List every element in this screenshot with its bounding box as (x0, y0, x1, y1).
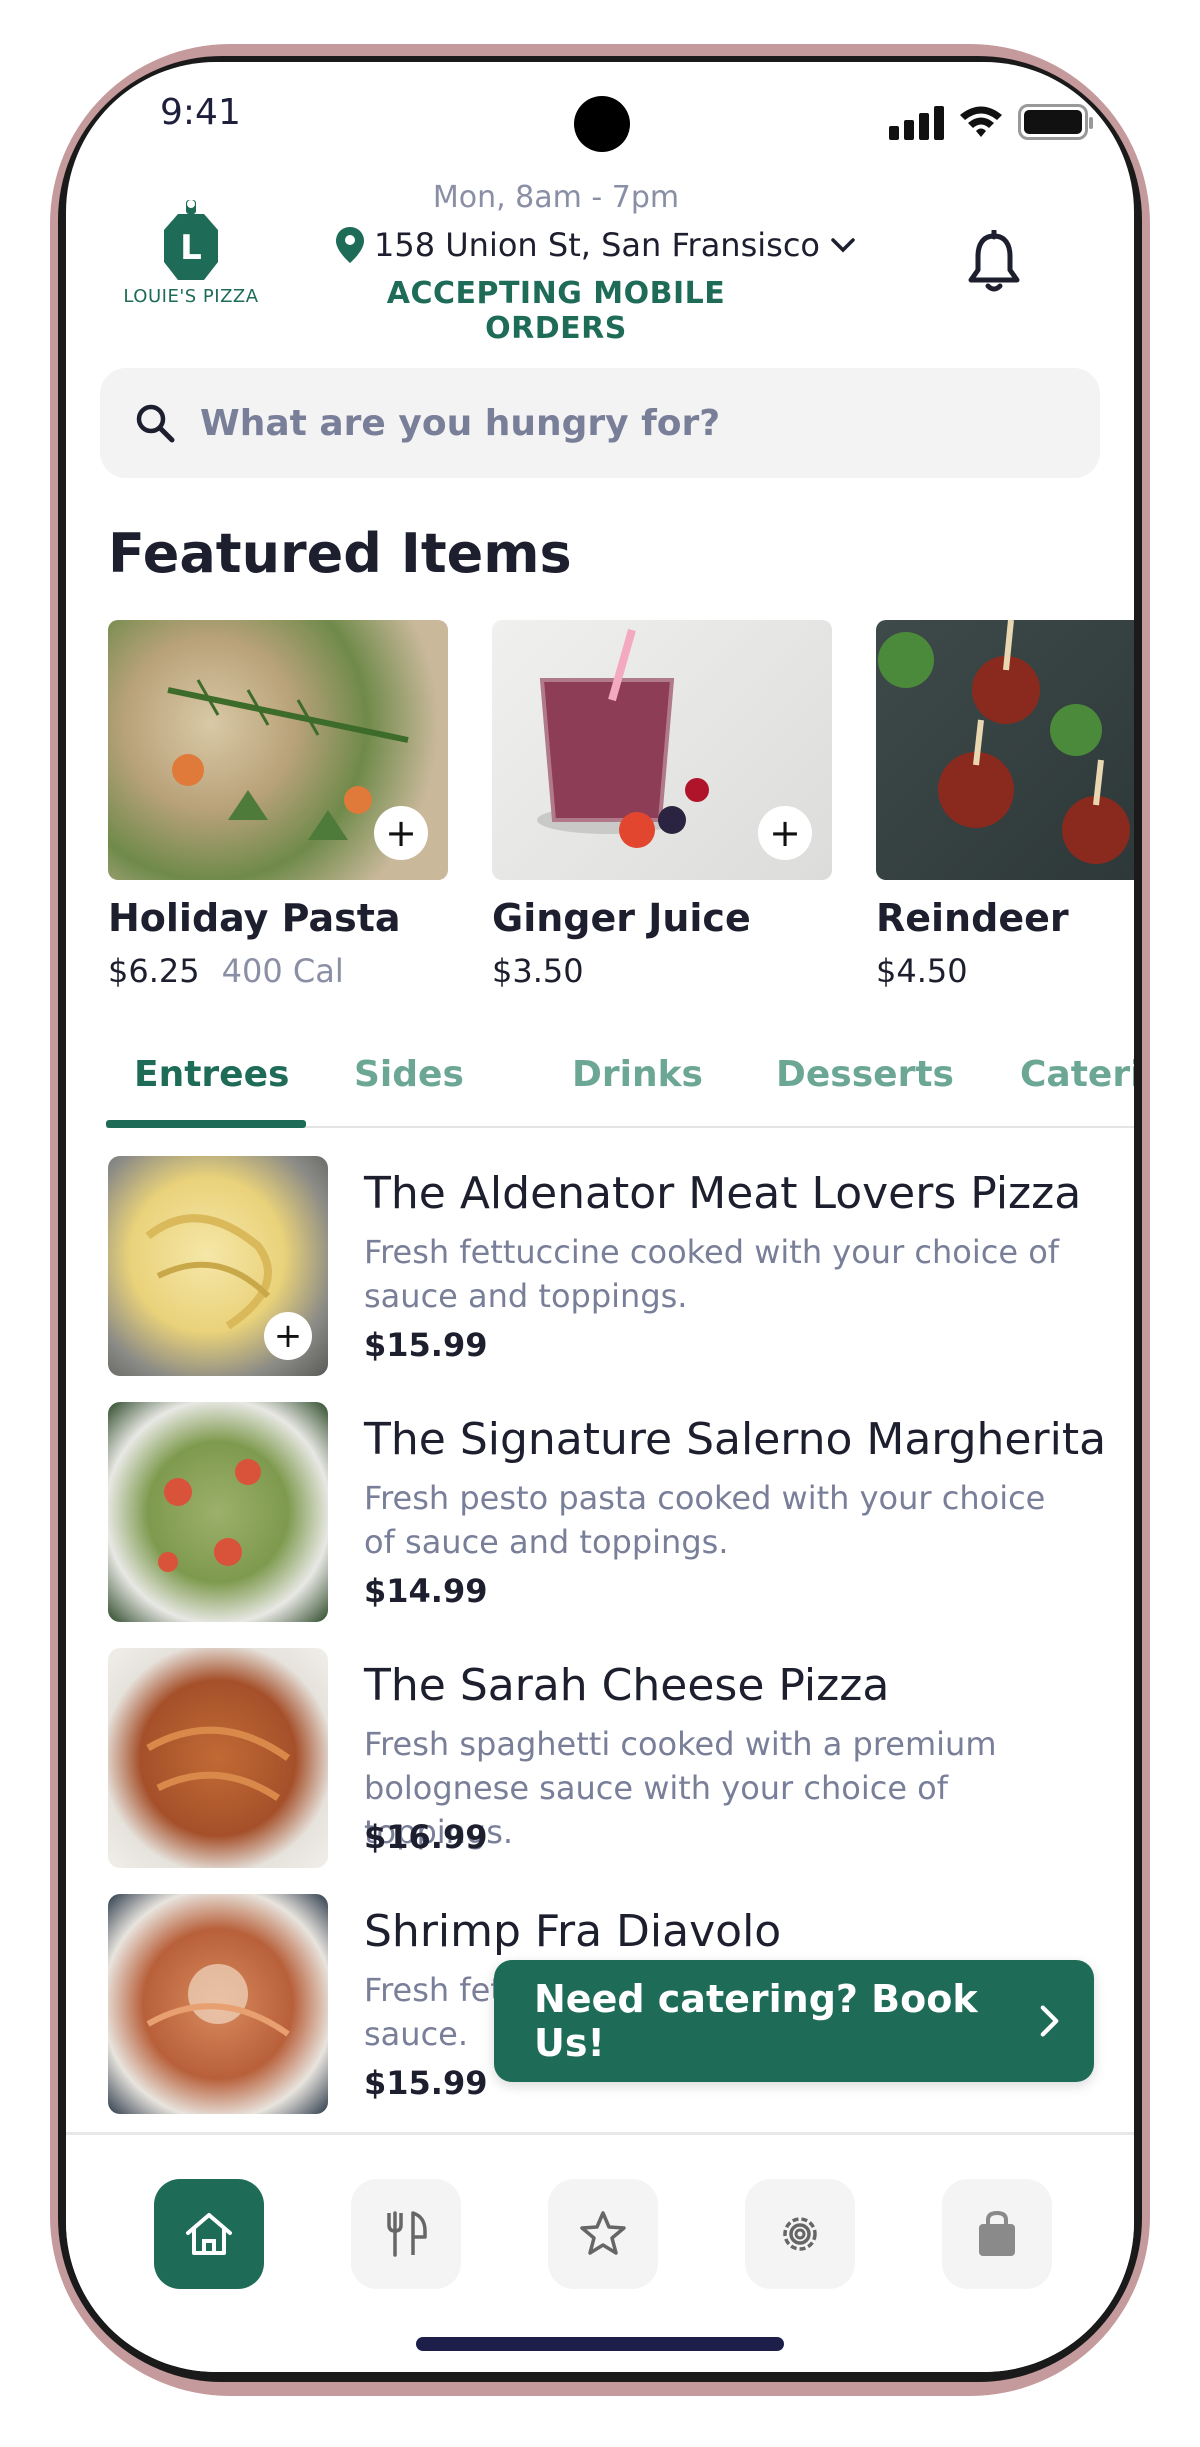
category-tabs: Entrees Sides Drinks Desserts Catering (106, 1046, 1134, 1128)
logo-text: LOUIE'S PIZZA (123, 286, 259, 307)
menu-item-description: Fresh pesto pasta cooked with your choic… (364, 1479, 1046, 1561)
featured-item-price: $4.50 (876, 952, 968, 990)
featured-card[interactable]: + Holiday Pasta $6.25 400 Cal (108, 620, 448, 990)
gear-icon (783, 2217, 817, 2251)
featured-item-meta: $6.25 400 Cal (108, 952, 448, 990)
utensils-icon (387, 2211, 427, 2257)
featured-item-price: $3.50 (492, 952, 584, 990)
status-icons (889, 100, 1093, 140)
featured-card[interactable]: + Ginger Juice $3.50 (492, 620, 832, 990)
cellular-signal-icon (889, 104, 944, 140)
list-item[interactable]: + The Aldenator Meat Lovers Pizza Fresh … (108, 1156, 1108, 1376)
shrimp-pasta-image (108, 1894, 328, 2114)
home-indicator[interactable] (416, 2337, 784, 2351)
add-to-cart-button[interactable]: + (758, 806, 812, 860)
tab-drinks[interactable]: Drinks (572, 1054, 703, 1095)
status-time: 9:41 (160, 92, 241, 133)
front-camera (574, 96, 630, 152)
menu-item-name: The Sarah Cheese Pizza (364, 1660, 890, 1711)
featured-item-name: Holiday Pasta (108, 896, 401, 940)
menu-item-description: Fresh fettuccine cooked with your choice… (364, 1233, 1060, 1315)
ginger-juice-image: + (492, 620, 832, 880)
menu-item-name: The Aldenator Meat Lovers Pizza (364, 1168, 1082, 1219)
active-tab-indicator (106, 1120, 306, 1128)
location-pin-icon (336, 227, 364, 263)
fettuccine-image: + (108, 1156, 328, 1376)
nav-favorites[interactable] (548, 2179, 658, 2289)
featured-carousel[interactable]: + Holiday Pasta $6.25 400 Cal + Ginger Ju… (108, 620, 1134, 1000)
logo-letter: L (180, 228, 202, 268)
featured-card[interactable]: Reindeer $4.50 (876, 620, 1134, 990)
nav-menu[interactable] (351, 2179, 461, 2289)
list-item[interactable]: The Signature Salerno Margherita Fresh p… (108, 1402, 1108, 1622)
featured-item-name: Reindeer (876, 896, 1069, 940)
nav-settings[interactable] (745, 2179, 855, 2289)
featured-item-calories: 400 Cal (221, 952, 344, 990)
bolognese-image (108, 1648, 328, 1868)
featured-title: Featured Items (108, 522, 572, 585)
search-input[interactable] (198, 401, 1018, 445)
add-to-cart-button[interactable]: + (374, 806, 428, 860)
tab-desserts[interactable]: Desserts (776, 1054, 954, 1095)
menu-item-name: Shrimp Fra Diavolo (364, 1906, 782, 1957)
search-icon (136, 404, 175, 443)
catering-cta-label: Need catering? Book Us! (534, 1977, 978, 2065)
tab-catering[interactable]: Catering (1020, 1054, 1134, 1095)
tab-entrees[interactable]: Entrees (134, 1054, 289, 1095)
store-address: 158 Union St, San Fransisco (374, 226, 820, 264)
wifi-icon (960, 106, 1002, 137)
nav-cart[interactable] (942, 2179, 1052, 2289)
brand-logo[interactable]: L LOUIE'S PIZZA (116, 200, 266, 318)
tab-sides[interactable]: Sides (354, 1054, 464, 1095)
bell-icon (968, 228, 1020, 292)
menu-item-price: $16.99 (364, 1818, 488, 1856)
catering-cta-button[interactable]: Need catering? Book Us! (494, 1960, 1094, 2082)
menu-item-price: $14.99 (364, 1572, 488, 1610)
featured-item-name: Ginger Juice (492, 896, 751, 940)
order-status: ACCEPTING MOBILE ORDERS (386, 276, 726, 346)
star-icon (580, 2211, 626, 2255)
featured-item-price: $6.25 (108, 952, 200, 990)
chevron-down-icon (831, 238, 855, 253)
shopping-bag-icon (979, 2210, 1015, 2256)
app-screen: 9:41 L LOUIE'S PIZZA Mon, 8am - 7pm 158 … (66, 62, 1134, 2372)
bottom-navigation (66, 2132, 1134, 2372)
chevron-right-icon (1040, 2005, 1059, 2037)
notifications-button[interactable] (966, 228, 1022, 294)
home-icon (186, 2213, 232, 2255)
menu-item-price: $15.99 (364, 2064, 488, 2102)
menu-item-price: $15.99 (364, 1326, 488, 1364)
pesto-pasta-image (108, 1402, 328, 1622)
battery-icon (1018, 104, 1093, 140)
store-hours: Mon, 8am - 7pm (432, 180, 680, 215)
list-item[interactable]: The Sarah Cheese Pizza Fresh spaghetti c… (108, 1648, 1108, 1868)
holiday-pasta-image: + (108, 620, 448, 880)
search-bar[interactable] (100, 368, 1100, 478)
nav-home[interactable] (154, 2179, 264, 2289)
reindeer-image (876, 620, 1134, 880)
menu-item-name: The Signature Salerno Margherita (364, 1414, 1107, 1465)
add-to-cart-button[interactable]: + (264, 1312, 312, 1360)
location-selector[interactable]: 158 Union St, San Fransisco (336, 226, 856, 264)
